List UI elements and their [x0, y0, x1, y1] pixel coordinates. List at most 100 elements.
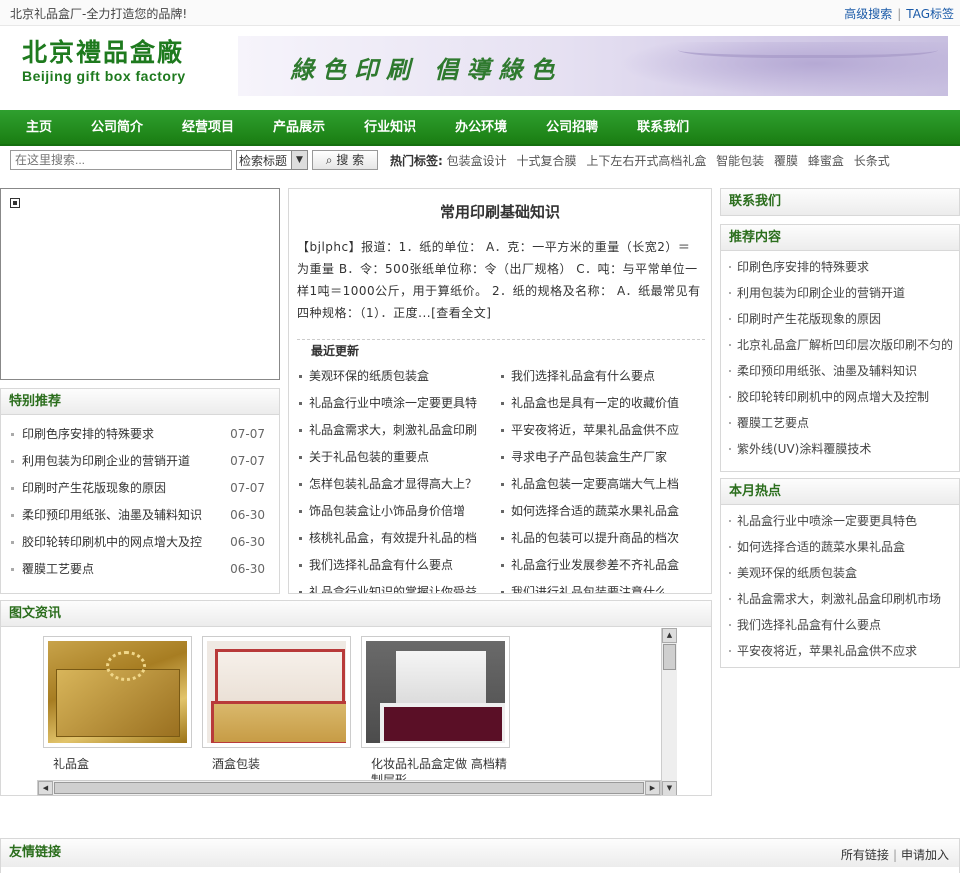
nav-item-products[interactable]: 产品展示 — [261, 110, 325, 146]
picture-frame — [202, 636, 351, 748]
wine-box-image — [207, 641, 346, 743]
list-item[interactable]: 寻求电子产品包装盒生产厂家 — [499, 444, 701, 471]
list-item-title: 利用包装为印刷企业的营销开道 — [22, 454, 191, 468]
hot-tag[interactable]: 长条式 — [854, 154, 890, 168]
list-item[interactable]: 覆膜工艺要点 06-30 — [11, 556, 271, 583]
list-item[interactable]: 利用包装为印刷企业的营销开道 — [729, 280, 953, 306]
header-banner: 綠色印刷 倡導綠色 — [238, 36, 948, 96]
picture-card[interactable]: 化妆品礼品盒定做 高档精制层形 — [361, 636, 510, 788]
featured-article-panel: 常用印刷基础知识 【bjlphc】报道：1．纸的单位： A．克：一平方米的重量（… — [288, 188, 712, 594]
friend-links-separator: | — [892, 848, 897, 862]
list-item[interactable]: 礼品盒需求大，刺激礼品盒印刷 — [297, 417, 499, 444]
list-item[interactable]: 我们选择礼品盒有什么要点 — [499, 363, 701, 390]
contact-title[interactable]: 联系我们 — [721, 189, 959, 215]
search-input[interactable] — [10, 150, 232, 170]
list-item[interactable]: 我们选择礼品盒有什么要点 — [297, 552, 499, 579]
hot-tag[interactable]: 包装盒设计 — [447, 154, 507, 168]
list-item[interactable]: 礼品的包装可以提升商品的档次 — [499, 525, 701, 552]
banner-slogan: 綠色印刷 倡導綠色 — [290, 55, 563, 84]
gold-gift-box-image — [48, 641, 187, 743]
scroll-right-icon[interactable]: ▶ — [645, 781, 660, 795]
nav-item-knowledge[interactable]: 行业知识 — [352, 110, 416, 146]
picture-caption: 酒盒包装 — [212, 757, 261, 771]
list-item[interactable]: 平安夜将近，苹果礼品盒供不应 — [499, 417, 701, 444]
list-item[interactable]: 饰品包装盒让小饰品身价倍增 — [297, 498, 499, 525]
list-item[interactable]: 怎样包装礼品盒才显得高大上？ — [297, 471, 499, 498]
scroll-left-icon[interactable]: ◀ — [38, 781, 53, 795]
picture-news-panel: 图文资讯 礼品盒 酒盒包装 化妆品礼品盒定做 高档精制层形 ▲ ▼ ◀ ▶ — [0, 600, 712, 796]
hot-tag[interactable]: 十式复合膜 — [516, 154, 576, 168]
list-item-date: 06-30 — [230, 508, 265, 522]
list-item[interactable]: 紫外线(UV)涂料覆膜技术 — [729, 436, 953, 462]
list-item[interactable]: 我们选择礼品盒有什么要点 — [729, 612, 953, 638]
all-links-link[interactable]: 所有链接 — [841, 848, 889, 862]
nav-item-jobs[interactable]: 公司招聘 — [534, 110, 598, 146]
picture-card[interactable]: 酒盒包装 — [202, 636, 351, 772]
list-item[interactable]: 利用包装为印刷企业的营销开道 07-07 — [11, 448, 271, 475]
hot-tag[interactable]: 智能包装 — [716, 154, 764, 168]
list-item[interactable]: 我们进行礼品包装要注意什么 — [499, 579, 701, 593]
hot-tags: 热门标签: 包装盒设计 十式复合膜 上下左右开式高档礼盒 智能包装 覆膜 蜂蜜盒… — [390, 152, 896, 169]
list-item[interactable]: 柔印预印用纸张、油墨及辅料知识 — [729, 358, 953, 384]
read-more-link[interactable]: [查看全文] — [431, 306, 491, 320]
nav-item-contact[interactable]: 联系我们 — [625, 110, 689, 146]
latest-updates-list: 美观环保的纸质包装盒 我们选择礼品盒有什么要点 礼品盒行业中喷涂一定要更具特 礼… — [297, 363, 705, 593]
nav-item-home[interactable]: 主页 — [14, 110, 52, 146]
list-item[interactable]: 印刷色序安排的特殊要求 — [729, 254, 953, 280]
list-item[interactable]: 胶印轮转印刷机中的网点增大及控制 — [729, 384, 953, 410]
scroll-up-icon[interactable]: ▲ — [662, 628, 677, 643]
scroll-thumb[interactable] — [54, 782, 644, 794]
horizontal-scrollbar[interactable]: ◀ ▶ — [37, 780, 661, 796]
nav-item-office[interactable]: 办公环境 — [443, 110, 507, 146]
hot-tag[interactable]: 覆膜 — [774, 154, 798, 168]
friend-links-panel: 友情链接 所有链接 | 申请加入 — [0, 838, 960, 873]
list-item[interactable]: 柔印预印用纸张、油墨及辅料知识 06-30 — [11, 502, 271, 529]
nav-item-business[interactable]: 经营项目 — [170, 110, 234, 146]
site-logo[interactable]: 北京禮品盒廠 Beijing gift box factory — [22, 38, 218, 90]
list-item[interactable]: 美观环保的纸质包装盒 — [729, 560, 953, 586]
list-item[interactable]: 礼品盒行业发展参差不齐礼品盒 — [499, 552, 701, 579]
advanced-search-link[interactable]: 高级搜索 — [844, 7, 892, 21]
hot-tag[interactable]: 蜂蜜盒 — [808, 154, 844, 168]
apply-link[interactable]: 申请加入 — [901, 848, 949, 862]
list-item[interactable]: 礼品盒行业中喷涂一定要更具特色 — [729, 508, 953, 534]
list-item[interactable]: 如何选择合适的蔬菜水果礼品盒 — [729, 534, 953, 560]
picture-card[interactable]: 礼品盒 — [43, 636, 192, 772]
picture-news-title: 图文资讯 — [1, 601, 711, 627]
list-item[interactable]: 礼品盒需求大，刺激礼品盒印刷机市场 — [729, 586, 953, 612]
scroll-thumb[interactable] — [663, 644, 676, 670]
hot-title: 本月热点 — [721, 479, 959, 505]
logo-chinese-text: 北京禮品盒廠 — [22, 38, 185, 67]
list-item[interactable]: 礼品盒包装一定要高端大气上档 — [499, 471, 701, 498]
picture-frame — [43, 636, 192, 748]
flash-slideshow[interactable] — [0, 188, 280, 380]
tag-link[interactable]: TAG标签 — [906, 7, 954, 21]
list-item[interactable]: 如何选择合适的蔬菜水果礼品盒 — [499, 498, 701, 525]
list-item[interactable]: 印刷时产生花版现象的原因 — [729, 306, 953, 332]
list-item[interactable]: 核桃礼品盒，有效提升礼品的档 — [297, 525, 499, 552]
hot-tag[interactable]: 上下左右开式高档礼盒 — [586, 154, 706, 168]
list-item[interactable]: 胶印轮转印刷机中的网点增大及控 06-30 — [11, 529, 271, 556]
search-button[interactable]: ⌕ 搜 索 — [312, 150, 378, 170]
list-item[interactable]: 平安夜将近，苹果礼品盒供不应求 — [729, 638, 953, 664]
article-title[interactable]: 常用印刷基础知识 — [289, 201, 711, 222]
list-item[interactable]: 礼品盒行业知识的掌握让你受益 — [297, 579, 499, 593]
list-item[interactable]: 印刷色序安排的特殊要求 07-07 — [11, 421, 271, 448]
list-item[interactable]: 礼品盒也是具有一定的收藏价值 — [499, 390, 701, 417]
special-recommend-list: 印刷色序安排的特殊要求 07-07 利用包装为印刷企业的营销开道 07-07 印刷时… — [1, 415, 279, 583]
chevron-down-icon: ▼ — [291, 151, 307, 169]
search-scope-select[interactable]: 检索标题 ▼ — [236, 150, 308, 170]
list-item[interactable]: 美观环保的纸质包装盒 — [297, 363, 499, 390]
list-item[interactable]: 关于礼品包装的重要点 — [297, 444, 499, 471]
nav-item-about[interactable]: 公司简介 — [79, 110, 143, 146]
latest-updates-label: 最近更新 — [307, 342, 364, 359]
list-item[interactable]: 北京礼品盒厂解析凹印层次版印刷不匀的 — [729, 332, 953, 358]
plugin-placeholder-icon — [10, 198, 20, 208]
list-item[interactable]: 礼品盒行业中喷涂一定要更具特 — [297, 390, 499, 417]
vertical-scrollbar[interactable]: ▲ ▼ — [661, 628, 677, 795]
list-item[interactable]: 印刷时产生花版现象的原因 07-07 — [11, 475, 271, 502]
top-links: 高级搜索 | TAG标签 — [844, 5, 954, 22]
scroll-down-icon[interactable]: ▼ — [662, 781, 677, 795]
list-item-title: 柔印预印用纸张、油墨及辅料知识 — [22, 508, 203, 522]
list-item[interactable]: 覆膜工艺要点 — [729, 410, 953, 436]
